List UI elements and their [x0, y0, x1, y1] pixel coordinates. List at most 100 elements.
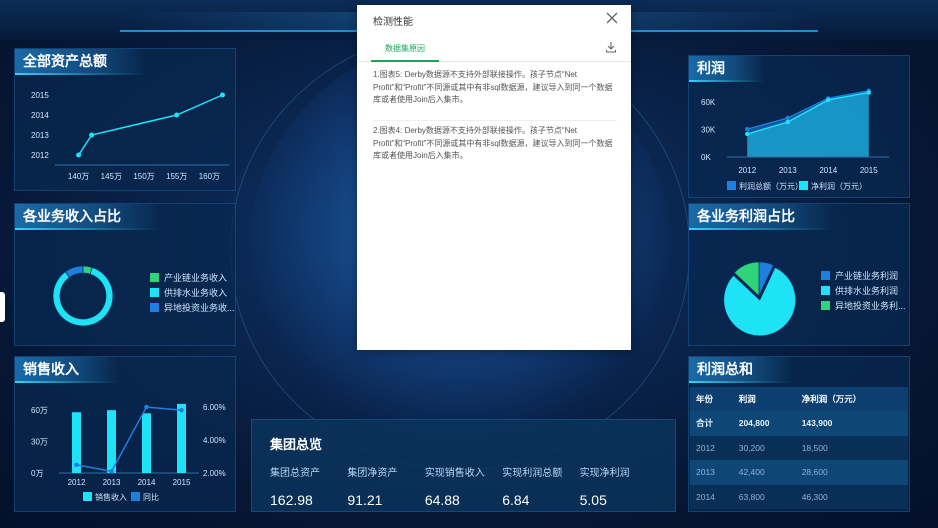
metric-label: 实现利润总额: [502, 468, 563, 479]
metric-total-assets: 集团总资产 162.98: [270, 464, 347, 508]
legend-item[interactable]: 供排水业务利润: [821, 283, 906, 298]
legend-swatch: [821, 286, 830, 295]
x-tick-label: 2013: [103, 478, 121, 487]
y-tick-label: 2014: [31, 111, 49, 120]
x-tick-label: 150万: [133, 172, 154, 181]
income-legend: 产业链业务收入 供排水业务收入 异地投资业务收...: [150, 270, 235, 315]
metric-value: 91.21: [347, 492, 383, 508]
side-collapse-handle[interactable]: [0, 292, 5, 322]
dialog-message: 1.图表5: Derby数据源不支持外部联接操作。孩子节点“Net Profit…: [373, 70, 613, 104]
legend-label: 利润总额（万元）: [739, 181, 803, 191]
left-tick-label: 30万: [31, 438, 48, 447]
dialog-tabs: 数据集原因: [357, 36, 631, 62]
metric-net-assets: 集团净资产 91.21: [347, 464, 424, 508]
y-tick-label: 2012: [31, 151, 49, 160]
metric-label: 实现销售收入: [424, 468, 485, 479]
x-tick-label: 2012: [68, 478, 86, 487]
business-income-panel: 各业务收入占比 产业链业务收入 供排水业务收入 异地投资业务收...: [14, 203, 236, 346]
income-donut-slice: [52, 266, 114, 327]
sales-bar-line-chart: 0万 30万 60万 2.00% 4.00% 6.00% 2012 2013 2014 2015 销…: [31, 403, 226, 502]
legend-swatch: [150, 288, 159, 297]
legend-item[interactable]: 产业链业务利润: [821, 268, 906, 283]
close-icon[interactable]: [605, 11, 619, 25]
right-tick-label: 6.00%: [203, 403, 226, 412]
group-overview-panel: 集团总览 集团总资产 162.98 集团净资产 91.21 实现销售收入 64.…: [251, 419, 676, 512]
table-row[interactable]: 2013 42,400 28,600: [690, 460, 908, 485]
legend-item[interactable]: 供排水业务收入: [150, 285, 235, 300]
legend-swatch: [799, 181, 808, 190]
assets-data-point: [89, 132, 95, 138]
sales-panel: 销售收入 0万 30万 60万 2.00% 4.00% 6.00% 2012 2013 2014…: [14, 356, 236, 512]
table-row[interactable]: 2014 63,800 46,300: [690, 484, 908, 510]
table-header-cell[interactable]: 年份: [690, 387, 733, 411]
legend-swatch: [131, 492, 140, 501]
legend-item[interactable]: 异地投资业务利...: [821, 298, 906, 313]
legend-swatch: [83, 492, 92, 501]
left-tick-label: 60万: [31, 406, 48, 415]
legend-item[interactable]: 异地投资业务收...: [150, 300, 235, 315]
table-header-row: 年份 利润 净利润（万元）: [690, 387, 908, 411]
assets-data-point: [76, 152, 82, 158]
table-cell: 46,300: [795, 484, 908, 510]
legend-swatch: [727, 181, 736, 190]
legend-label: 同比: [143, 492, 159, 502]
x-tick-label: 160万: [199, 172, 220, 181]
table-cell: 30,200: [732, 435, 796, 461]
profit-data-point: [785, 115, 790, 121]
x-tick-label: 140万: [68, 172, 89, 181]
x-tick-label: 2014: [819, 166, 837, 175]
download-icon[interactable]: [605, 41, 617, 53]
table-cell: 2013: [690, 460, 733, 485]
profit-data-point: [826, 97, 831, 103]
table-cell: 28,600: [795, 460, 908, 485]
yoy-series-line: [76, 406, 182, 473]
right-tick-label: 4.00%: [203, 436, 226, 445]
income-donut-slice: [64, 265, 84, 278]
legend-item[interactable]: 产业链业务收入: [150, 270, 235, 285]
metric-value: 5.05: [579, 492, 607, 508]
legend-swatch: [821, 301, 830, 310]
profit-area-chart: 0K 30K 60K 2012 2013 2014 2015 利润总额（万元） 净利润（万元）: [701, 88, 889, 191]
y-tick-label: 60K: [701, 98, 716, 107]
assets-series-line: [77, 94, 223, 156]
table-cell: 合计: [690, 411, 733, 436]
yoy-data-point: [109, 469, 114, 474]
performance-check-dialog: 检测性能 数据集原因 1.图表5: Derby数据源不支持外部联接操作。孩子节点…: [357, 5, 631, 350]
table-row[interactable]: 2012 30,200 18,500: [690, 435, 908, 461]
y-tick-label: 30K: [701, 125, 716, 134]
profit-table: 年份 利润 净利润（万元） 合计 204,800 143,900 2012 30…: [690, 387, 908, 510]
y-tick-label: 2013: [31, 131, 49, 140]
metric-label: 集团净资产: [347, 468, 398, 479]
metric-value: 6.84: [502, 492, 530, 508]
table-row[interactable]: 合计 204,800 143,900: [690, 411, 908, 436]
x-tick-label: 2012: [738, 166, 756, 175]
table-header-cell[interactable]: 净利润（万元）: [795, 387, 908, 411]
x-tick-label: 2015: [173, 478, 191, 487]
profit-data-point: [745, 127, 750, 132]
metric-value: 162.98: [270, 492, 313, 508]
y-tick-label: 0K: [701, 153, 711, 162]
profit-legend: 产业链业务利润 供排水业务利润 异地投资业务利...: [821, 268, 906, 313]
y-tick-label: 2015: [31, 91, 49, 100]
table-cell: 2014: [690, 484, 733, 510]
yoy-data-point: [179, 408, 184, 413]
metric-value: 64.88: [424, 492, 460, 508]
x-tick-label: 155万: [166, 172, 187, 181]
assets-data-point: [174, 112, 180, 118]
legend-label: 供排水业务收入: [164, 288, 228, 298]
profit-pie-chart: [723, 261, 797, 337]
profit-data-point: [866, 90, 871, 95]
assets-panel: 全部资产总额 2012 2013 2014 2015 140万 145万 150万 155万 1…: [14, 48, 236, 191]
legend-label: 产业链业务收入: [164, 273, 228, 283]
assets-line-chart: 2012 2013 2014 2015 140万 145万 150万 155万 160万: [31, 91, 229, 181]
table-cell: 143,900: [795, 411, 908, 436]
legend-label: 供排水业务利润: [835, 286, 899, 296]
profit-data-point: [745, 131, 750, 137]
left-tick-label: 0万: [31, 469, 43, 478]
dialog-title: 检测性能: [373, 17, 413, 28]
yoy-data-point: [74, 462, 79, 468]
table-header-cell[interactable]: 利润: [732, 387, 796, 411]
group-overview-metrics: 集团总资产 162.98 集团净资产 91.21 实现销售收入 64.88 实现…: [270, 464, 657, 508]
profit-total-panel: 利润总和 年份 利润 净利润（万元） 合计 204,800 143,900 20…: [688, 356, 910, 512]
tab-dataset-reason[interactable]: 数据集原因: [371, 41, 439, 62]
